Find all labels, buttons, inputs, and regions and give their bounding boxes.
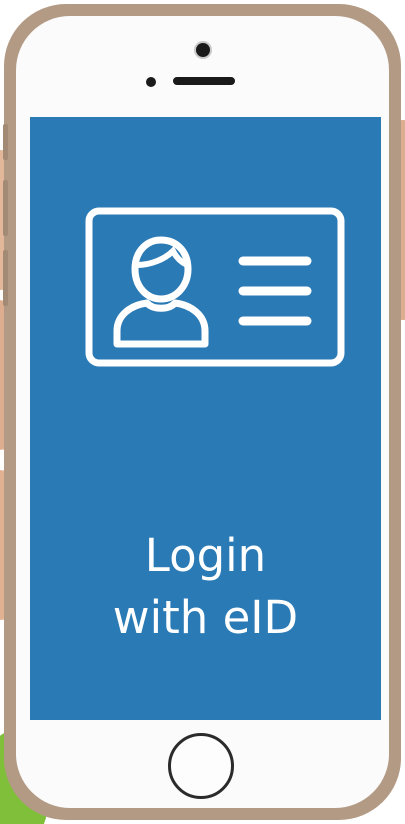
home-button[interactable]: [168, 733, 234, 799]
login-title-line2: with eID: [112, 591, 299, 644]
front-camera-icon: [196, 43, 210, 57]
volume-down-button: [3, 250, 8, 306]
earpiece-speaker-icon: [173, 77, 235, 85]
phone-mockup-scene: Login with eID: [0, 0, 405, 824]
proximity-sensor-icon: [146, 77, 156, 87]
login-title: Login with eID: [30, 525, 381, 649]
login-title-line1: Login: [144, 529, 267, 582]
id-card-icon: [85, 207, 345, 367]
mute-switch: [3, 124, 8, 160]
volume-up-button: [3, 180, 8, 236]
login-with-eid-screen[interactable]: Login with eID: [30, 117, 381, 720]
